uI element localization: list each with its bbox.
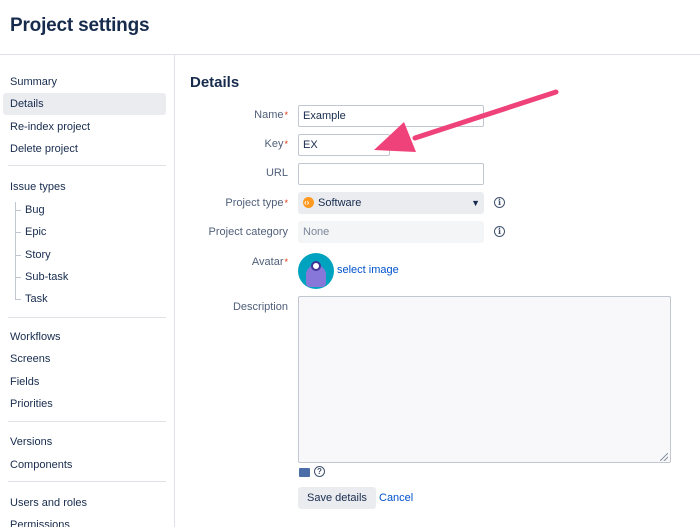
folder-icon[interactable] [299, 468, 310, 477]
sidebar-nav: Summary Details Re-index project Delete … [0, 55, 175, 527]
avatar-label-text: Avatar [251, 256, 284, 268]
required-marker: * [284, 110, 288, 120]
description-label: Description [232, 301, 288, 313]
sidebar-item-epic[interactable]: Epic [25, 221, 46, 243]
section-title: Details [190, 74, 240, 91]
sidebar-item-permissions[interactable]: Permissions [3, 514, 166, 527]
project-type-value: Software [318, 197, 362, 209]
sidebar-item-details[interactable]: Details [3, 93, 166, 115]
project-category-label: Project category [208, 226, 288, 238]
sidebar-item-issue-types[interactable]: Issue types [3, 176, 166, 198]
sidebar-item-priorities[interactable]: Priorities [3, 393, 166, 415]
tree-line [15, 202, 16, 300]
project-type-select[interactable]: Software ▼ [298, 192, 484, 214]
url-label: URL [265, 167, 288, 179]
tree-tick [15, 210, 21, 211]
required-marker: * [284, 257, 288, 267]
page-title: Project settings [10, 15, 150, 36]
page-header: Project settings [0, 0, 700, 55]
sidebar-item-reindex-project[interactable]: Re-index project [3, 116, 166, 138]
key-input[interactable] [298, 134, 390, 156]
tree-tick [15, 232, 21, 233]
tree-tick [15, 277, 21, 278]
sidebar-item-screens[interactable]: Screens [3, 348, 166, 370]
sidebar-item-versions[interactable]: Versions [3, 431, 166, 453]
sidebar-item-task[interactable]: Task [25, 288, 48, 310]
key-label-text: Key [264, 138, 284, 150]
sidebar-divider [8, 481, 166, 482]
project-type-label: Project type* [176, 195, 288, 211]
sidebar-item-delete-project[interactable]: Delete project [3, 138, 166, 160]
save-details-button[interactable]: Save details [298, 487, 376, 509]
tree-tick [15, 299, 21, 300]
tree-tick [15, 255, 21, 256]
info-icon[interactable]: i [494, 226, 505, 237]
sidebar-divider [8, 421, 166, 422]
cancel-link[interactable]: Cancel [379, 492, 413, 504]
required-marker: * [284, 198, 288, 208]
sidebar-item-users-and-roles[interactable]: Users and roles [3, 492, 166, 514]
sidebar-item-sub-task[interactable]: Sub-task [25, 266, 68, 288]
name-label: Name* [176, 107, 288, 123]
select-image-link[interactable]: select image [337, 264, 399, 276]
name-input[interactable] [298, 105, 484, 127]
avatar-label: Avatar* [176, 254, 288, 270]
chevron-down-icon: ▼ [471, 198, 480, 208]
name-label-text: Name [254, 109, 284, 121]
help-icon[interactable]: ? [314, 466, 325, 477]
url-input[interactable] [298, 163, 484, 185]
details-panel: Details Name* Key* URL Project type* Sof… [176, 55, 700, 527]
sidebar-item-summary[interactable]: Summary [3, 71, 166, 93]
avatar-eye [311, 261, 321, 271]
avatar[interactable] [298, 253, 334, 289]
sidebar-item-workflows[interactable]: Workflows [3, 326, 166, 348]
sidebar-divider [8, 165, 166, 166]
sidebar-divider [8, 317, 166, 318]
sidebar-item-fields[interactable]: Fields [3, 371, 166, 393]
sidebar-item-story[interactable]: Story [25, 244, 51, 266]
project-category-select[interactable]: None [298, 221, 484, 243]
key-label: Key* [176, 136, 288, 152]
sidebar-item-bug[interactable]: Bug [25, 199, 45, 221]
project-type-label-text: Project type [225, 197, 284, 209]
description-textarea[interactable] [298, 296, 671, 463]
software-icon [303, 192, 314, 214]
resize-handle[interactable] [660, 453, 668, 461]
required-marker: * [284, 139, 288, 149]
sidebar-item-components[interactable]: Components [3, 454, 166, 476]
info-icon[interactable]: i [494, 197, 505, 208]
